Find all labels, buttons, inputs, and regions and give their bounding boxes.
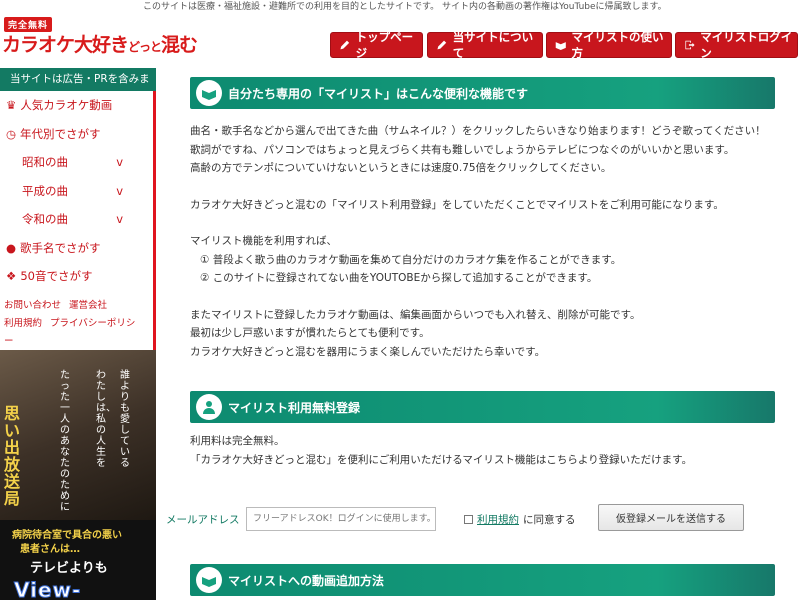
feature-list: マイリスト機能を利用すれば、 ① 普段よく歌う曲のカラオケ動画を集めて自分だけの… [190,235,622,284]
link-contact[interactable]: お問い合わせ [4,300,61,311]
nav-about[interactable]: 当サイトについて [427,30,543,60]
site-notice: このサイトは医療・福祉施設・避難所での利用を目的としたサイトです。 サイト内の各… [143,2,667,12]
send-registration-email-button[interactable]: 仮登録メールを送信する [598,504,744,531]
registration-form: メールアドレス 利用規約に同意する 仮登録メールを送信する [166,504,746,534]
ad-brand: View-TV.Net [14,578,82,600]
sidebar-item-popular[interactable]: ♛ 人気カラオケ動画 [0,91,153,120]
sidebar-item-heisei[interactable]: 平成の曲 v [0,177,153,206]
ad-vertical-text: わたしは、私の人生を [96,370,116,469]
section-heading-mylist-features: 自分たち専用の「マイリスト」はこんな便利な機能です [190,77,775,109]
book-icon [196,80,222,106]
ad-vertical-text: たった一人のあなたのために [60,370,70,513]
site-logo[interactable]: 完全無料 カラオケ大好きどっと混む [2,17,202,61]
chevron-down-icon: v [116,155,123,170]
main-content: 自分たち専用の「マイリスト」はこんな便利な機能です 曲名・歌手名などから選んで出… [160,68,800,600]
speech-icon: ❖ [6,269,17,284]
sidebar-item-reiwa[interactable]: 令和の曲 v [0,205,153,234]
nav-how-to-use[interactable]: マイリストの使い方 [546,30,672,60]
terms-link[interactable]: 利用規約 [477,512,519,527]
person-icon: ● [6,240,17,255]
registration-info: 利用料は完全無料。 「カラオケ大好きどっと混む」を便利にご利用いただけるマイリス… [190,435,693,466]
pen-icon [437,40,447,50]
ad-title: 思い出放送局 [4,404,21,508]
ad-disclosure: 当サイトは広告・PRを含みます [0,68,156,108]
terms-checkbox[interactable] [464,514,473,524]
terms-agree[interactable]: 利用規約 に同意する [464,512,576,527]
sidebar-links: お問い合わせ 運営会社 利用規約 プライバシーポリシー [0,290,156,357]
clock-icon: ◷ [6,126,17,141]
advertisement-banner[interactable]: 思い出放送局 たった一人のあなたのために わたしは、私の人生を 誰よりも愛してい… [0,350,156,600]
logo-text: カラオケ大好きどっと混む [2,34,198,56]
section-heading-add-video: マイリストへの動画追加方法 [190,564,775,596]
sidebar-item-by-artist[interactable]: ● 歌手名でさがす [0,234,153,263]
login-icon [685,40,695,50]
section-heading-free-registration: マイリスト利用無料登録 [190,391,775,423]
sidebar-menu: ♛ 人気カラオケ動画 ◷ 年代別でさがす 昭和の曲 v 平成の曲 v 令和の曲 … [0,91,156,291]
book-icon [555,42,566,51]
sidebar-item-by-era[interactable]: ◷ 年代別でさがす [0,120,153,149]
nav-label: トップページ [355,30,414,60]
chevron-down-icon: v [116,212,123,227]
chevron-down-icon: v [116,183,123,198]
nav-top-page[interactable]: トップページ [330,30,423,60]
ad-caption: 患者さんは… [20,544,80,555]
email-label: メールアドレス [166,513,240,526]
pen-icon [340,40,350,50]
link-terms[interactable]: 利用規約 [4,318,42,329]
nav-login[interactable]: マイリストログイン [675,30,798,60]
nav-label: マイリストの使い方 [571,30,664,60]
edit-note: またマイリストに登録したカラオケ動画は、編集画面からいつでも入れ替え、削除が可能… [190,308,641,358]
user-icon [196,394,222,420]
registration-note: カラオケ大好きどっと混むの「マイリスト利用登録」をしていただくことでマイリストを… [190,198,724,211]
sidebar-item-by-syllabary[interactable]: ❖ 50音でさがす [0,262,153,291]
ad-caption: 病院待合室で具合の悪い [12,530,122,541]
link-company[interactable]: 運営会社 [69,300,107,311]
ad-vertical-text: 誰よりも愛している [120,370,130,469]
nav-label: 当サイトについて [452,30,534,60]
book-icon [196,567,222,593]
email-field[interactable] [246,507,436,531]
sidebar-item-showa[interactable]: 昭和の曲 v [0,148,153,177]
crown-icon: ♛ [6,98,17,113]
ad-caption: テレビよりも [30,561,108,576]
intro-paragraph: 曲名・歌手名などから選んで出てきた曲（サムネイル？）をクリックしたらいきなり始ま… [190,125,766,174]
nav-label: マイリストログイン [700,30,793,60]
